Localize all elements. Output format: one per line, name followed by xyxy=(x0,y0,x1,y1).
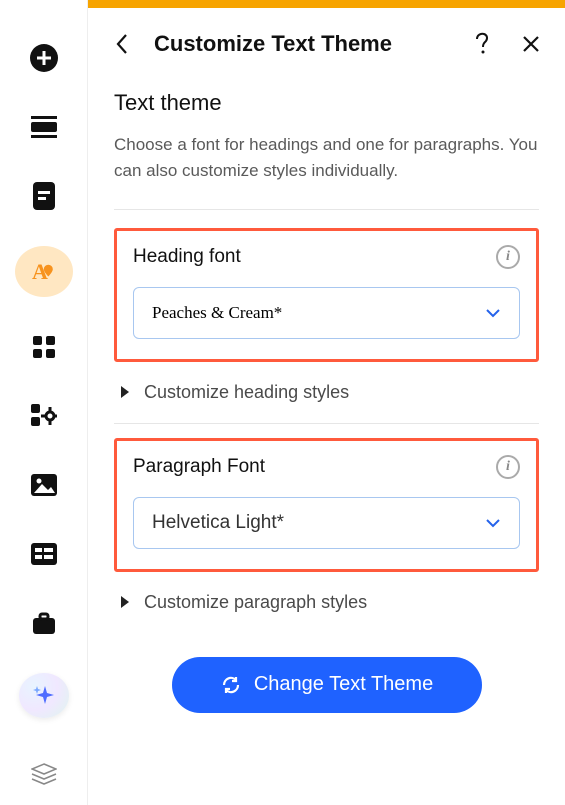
question-icon xyxy=(475,32,491,56)
briefcase-icon xyxy=(32,612,56,636)
sidebar: A xyxy=(0,0,88,805)
layers-button[interactable] xyxy=(22,756,66,795)
add-button[interactable] xyxy=(22,38,66,77)
section-description: Choose a font for headings and one for p… xyxy=(114,132,539,185)
plus-circle-icon xyxy=(28,42,60,74)
ai-assistant-button[interactable] xyxy=(19,673,69,718)
panel-content: Text theme Choose a font for headings an… xyxy=(108,80,545,713)
heading-font-select[interactable]: Peaches & Cream* xyxy=(133,287,520,339)
divider xyxy=(114,209,539,210)
sidebar-item-business[interactable] xyxy=(22,604,66,643)
info-icon[interactable]: i xyxy=(496,245,520,269)
caret-right-icon xyxy=(120,385,130,399)
close-button[interactable] xyxy=(517,30,545,58)
sidebar-item-theme[interactable]: A xyxy=(15,246,73,298)
change-text-theme-button[interactable]: Change Text Theme xyxy=(172,657,482,713)
change-button-label: Change Text Theme xyxy=(254,673,433,696)
info-icon[interactable]: i xyxy=(496,455,520,479)
customize-paragraph-label: Customize paragraph styles xyxy=(144,592,367,613)
caret-right-icon xyxy=(120,595,130,609)
grid-icon xyxy=(33,336,55,358)
image-icon xyxy=(31,474,57,496)
settings-grid-icon xyxy=(31,404,57,428)
sidebar-item-section[interactable] xyxy=(22,107,66,146)
refresh-icon xyxy=(220,674,242,696)
customize-paragraph-toggle[interactable]: Customize paragraph styles xyxy=(114,586,539,629)
paragraph-font-group: Paragraph Font i Helvetica Light* xyxy=(114,438,539,572)
divider xyxy=(114,423,539,424)
paragraph-font-label: Paragraph Font xyxy=(133,456,265,478)
back-button[interactable] xyxy=(108,30,136,58)
chevron-down-icon xyxy=(485,308,501,318)
section-icon xyxy=(31,116,57,138)
heading-font-value: Peaches & Cream* xyxy=(152,303,282,323)
theme-icon: A xyxy=(28,255,60,287)
page-icon xyxy=(33,182,55,210)
chevron-left-icon xyxy=(115,33,129,55)
form-icon xyxy=(31,543,57,565)
customize-heading-label: Customize heading styles xyxy=(144,382,349,403)
sidebar-item-apps[interactable] xyxy=(22,327,66,366)
close-icon xyxy=(522,35,540,53)
paragraph-font-value: Helvetica Light* xyxy=(152,512,284,534)
panel-header: Customize Text Theme xyxy=(108,8,545,80)
sparkle-icon xyxy=(31,683,57,709)
chevron-down-icon xyxy=(485,518,501,528)
help-button[interactable] xyxy=(469,30,497,58)
sidebar-item-media[interactable] xyxy=(22,466,66,505)
paragraph-font-select[interactable]: Helvetica Light* xyxy=(133,497,520,549)
sidebar-item-forms[interactable] xyxy=(22,535,66,574)
top-accent-bar xyxy=(88,0,565,8)
sidebar-item-page[interactable] xyxy=(22,176,66,215)
heading-font-label: Heading font xyxy=(133,246,241,268)
sidebar-item-settings[interactable] xyxy=(22,396,66,435)
section-title: Text theme xyxy=(114,90,539,116)
heading-font-group: Heading font i Peaches & Cream* xyxy=(114,228,539,362)
layers-icon xyxy=(31,763,57,787)
panel: Customize Text Theme Text theme Choose a… xyxy=(88,8,565,805)
customize-heading-toggle[interactable]: Customize heading styles xyxy=(114,376,539,419)
panel-title: Customize Text Theme xyxy=(154,31,451,57)
